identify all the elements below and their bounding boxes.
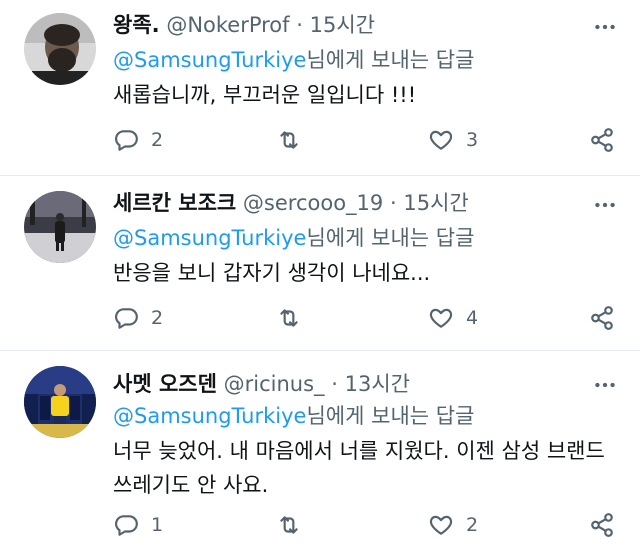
retweet-icon bbox=[280, 309, 298, 327]
more-icon[interactable] bbox=[592, 372, 618, 398]
tweet-actions: 2 4 bbox=[113, 304, 623, 332]
like-count: 2 bbox=[466, 514, 479, 536]
retweet-button[interactable] bbox=[276, 304, 314, 332]
tweet-header: 세르칸 보조크 @sercooo_19 · 15시간 bbox=[113, 190, 469, 216]
retweet-button[interactable] bbox=[276, 126, 314, 154]
timestamp[interactable]: 15시간 bbox=[310, 13, 375, 37]
tweet-actions: 1 2 bbox=[113, 511, 623, 539]
display-name[interactable]: 사멧 오즈덴 bbox=[113, 372, 217, 396]
user-handle[interactable]: @sercooo_19 bbox=[243, 191, 383, 215]
reply-icon bbox=[115, 308, 138, 329]
avatar-image bbox=[24, 191, 96, 263]
avatar[interactable] bbox=[24, 191, 96, 263]
like-icon bbox=[429, 130, 453, 150]
share-button[interactable] bbox=[589, 304, 615, 332]
reply-count: 2 bbox=[151, 129, 164, 151]
reply-count: 2 bbox=[151, 307, 164, 329]
avatar[interactable] bbox=[24, 366, 96, 438]
timestamp[interactable]: 13시간 bbox=[345, 372, 410, 396]
share-icon bbox=[591, 513, 613, 537]
avatar-image bbox=[24, 366, 96, 438]
mention-link[interactable]: @SamsungTurkiye bbox=[113, 48, 306, 72]
tweet-3[interactable]: 사멧 오즈덴 @ricinus_ · 13시간 @SamsungTurkiye님… bbox=[0, 351, 640, 551]
tweet-2[interactable]: 세르칸 보조크 @sercooo_19 · 15시간 @SamsungTurki… bbox=[0, 176, 640, 350]
tweet-actions: 2 3 bbox=[113, 126, 623, 154]
reply-icon bbox=[115, 130, 138, 151]
separator-dot: · bbox=[331, 372, 338, 396]
separator-dot: · bbox=[296, 13, 303, 37]
mention-link[interactable]: @SamsungTurkiye bbox=[113, 226, 306, 250]
share-icon bbox=[591, 128, 613, 152]
separator-dot: · bbox=[389, 191, 397, 215]
like-button[interactable]: 3 bbox=[428, 126, 478, 154]
like-count: 4 bbox=[466, 307, 479, 329]
tweet-1[interactable]: 왕족. @NokerProf · 15시간 @SamsungTurkiye님에게… bbox=[0, 0, 640, 175]
tweet-text: 반응을 보니 갑자기 생각이 나네요... bbox=[113, 261, 431, 285]
timestamp[interactable]: 15시간 bbox=[403, 191, 468, 215]
reply-button[interactable]: 1 bbox=[113, 511, 163, 539]
avatar[interactable] bbox=[24, 13, 96, 85]
reply-icon bbox=[115, 515, 138, 536]
retweet-button[interactable] bbox=[276, 511, 314, 539]
replying-to: @SamsungTurkiye님에게 보내는 답글 bbox=[113, 46, 474, 74]
like-count: 3 bbox=[466, 129, 479, 151]
share-button[interactable] bbox=[589, 511, 615, 539]
retweet-icon bbox=[280, 131, 298, 149]
user-handle[interactable]: @ricinus_ bbox=[224, 372, 325, 396]
user-handle[interactable]: @NokerProf bbox=[166, 13, 289, 37]
reply-count: 1 bbox=[151, 514, 164, 536]
retweet-icon bbox=[280, 516, 298, 534]
like-icon bbox=[429, 515, 453, 535]
avatar-image bbox=[24, 13, 96, 85]
display-name[interactable]: 세르칸 보조크 bbox=[113, 191, 236, 215]
like-button[interactable]: 4 bbox=[428, 304, 478, 332]
replying-to-label: 님에게 보내는 답글 bbox=[306, 48, 475, 72]
replying-to: @SamsungTurkiye님에게 보내는 답글 bbox=[113, 402, 474, 430]
share-icon bbox=[591, 306, 613, 330]
tweet-text: 너무 늦었어. 내 마음에서 너를 지웠다. 이젠 삼성 브랜드 쓰레기도 안 … bbox=[113, 439, 605, 497]
replying-to-label: 님에게 보내는 답글 bbox=[306, 404, 475, 428]
share-button[interactable] bbox=[589, 126, 615, 154]
more-icon[interactable] bbox=[592, 192, 618, 218]
like-icon bbox=[429, 308, 453, 328]
mention-link[interactable]: @SamsungTurkiye bbox=[113, 404, 306, 428]
like-button[interactable]: 2 bbox=[428, 511, 478, 539]
reply-button[interactable]: 2 bbox=[113, 126, 163, 154]
replying-to-label: 님에게 보내는 답글 bbox=[306, 226, 475, 250]
reply-button[interactable]: 2 bbox=[113, 304, 163, 332]
tweet-header: 왕족. @NokerProf · 15시간 bbox=[113, 12, 375, 38]
tweet-header: 사멧 오즈덴 @ricinus_ · 13시간 bbox=[113, 371, 410, 397]
replying-to: @SamsungTurkiye님에게 보내는 답글 bbox=[113, 224, 474, 252]
display-name[interactable]: 왕족. bbox=[113, 13, 160, 37]
tweet-text: 새롭습니까, 부끄러운 일입니다 !!! bbox=[113, 83, 417, 107]
more-icon[interactable] bbox=[592, 14, 618, 40]
